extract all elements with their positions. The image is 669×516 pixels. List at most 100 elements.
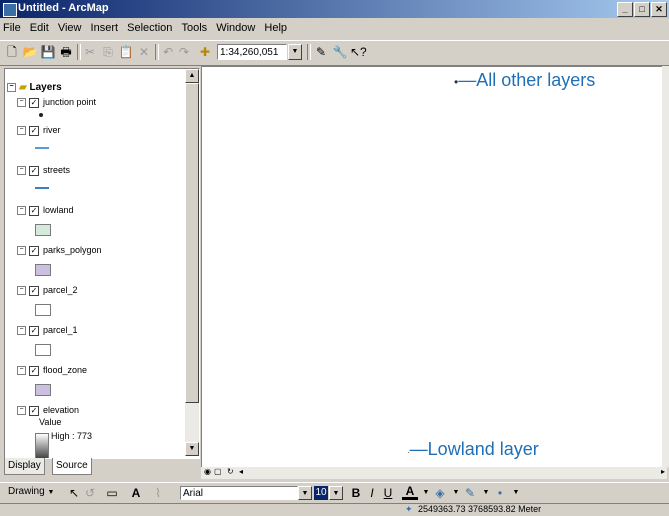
menu-insert[interactable]: Insert — [88, 19, 122, 37]
coordinates-readout: 2549363.73 3768593.82 Meter — [418, 504, 542, 514]
expand-icon[interactable]: − — [17, 326, 26, 336]
minimize-button[interactable]: _ — [617, 2, 633, 17]
elevation-ramp-symbol — [35, 433, 49, 458]
expand-icon[interactable]: − — [17, 166, 26, 176]
toc-scrollbar[interactable]: ▲ ▼ — [185, 69, 199, 456]
toc-layer-parks-polygon[interactable]: − ✓ parks_polygon — [17, 243, 102, 257]
layer-label: streets — [43, 165, 71, 175]
paste-icon[interactable]: 📋 — [118, 44, 134, 60]
chevron-down-icon[interactable]: ▼ — [508, 485, 524, 501]
menu-selection[interactable]: Selection — [124, 19, 175, 37]
delete-icon[interactable]: ✕ — [136, 44, 152, 60]
rectangle-tool-icon[interactable]: ▭ — [104, 485, 120, 501]
bold-button[interactable]: B — [348, 485, 364, 501]
data-view-icon[interactable]: ◉ — [204, 467, 211, 476]
menu-file[interactable]: File — [0, 19, 24, 37]
font-name-select[interactable]: Arial — [180, 486, 298, 500]
line-color-icon[interactable]: ✎ — [462, 485, 478, 501]
scroll-up-icon[interactable]: ▲ — [185, 69, 199, 83]
redo-icon[interactable]: ↷ — [176, 44, 192, 60]
layer-visibility-checkbox[interactable]: ✓ — [29, 325, 39, 336]
new-text-icon[interactable]: A — [128, 485, 144, 501]
refresh-view-icon[interactable]: ↻ — [227, 467, 234, 476]
toc-layer-river[interactable]: − ✓ river — [17, 123, 61, 137]
edit-vertices-icon[interactable]: ⌇ — [150, 485, 166, 501]
tab-source[interactable]: Source — [52, 458, 92, 475]
menu-window[interactable]: Window — [213, 19, 258, 37]
select-elements-icon[interactable]: ↖ — [66, 485, 82, 501]
menu-edit[interactable]: Edit — [27, 19, 52, 37]
scroll-thumb[interactable] — [185, 83, 199, 403]
expand-icon[interactable]: − — [17, 126, 26, 136]
polygon-symbol — [35, 224, 51, 236]
layer-visibility-checkbox[interactable]: ✓ — [29, 125, 39, 136]
layer-visibility-checkbox[interactable]: ✓ — [29, 405, 39, 416]
window-title: Untitled - ArcMap — [18, 2, 109, 14]
menu-view[interactable]: View — [55, 19, 85, 37]
map-scale-input[interactable]: 1:34,260,051 — [217, 44, 287, 60]
collapse-icon[interactable]: − — [7, 82, 16, 92]
tab-display[interactable]: Display — [4, 458, 45, 475]
callout-leader-icon: — — [409, 439, 428, 459]
whats-this-help-icon[interactable]: ↖? — [350, 44, 367, 60]
arctoolbox-icon[interactable]: 🔧 — [332, 44, 348, 60]
polygon-symbol — [35, 304, 51, 316]
scroll-right-icon[interactable]: ▸ — [661, 467, 665, 476]
layer-visibility-checkbox[interactable]: ✓ — [29, 285, 39, 296]
drawing-menu[interactable]: Drawing ▼ — [8, 486, 54, 497]
menu-tools[interactable]: Tools — [178, 19, 210, 37]
save-icon[interactable]: 💾 — [40, 44, 56, 60]
table-of-contents: − ▰ Layers − ✓ junction point − ✓ river − ✓ str… — [4, 68, 200, 459]
toc-layer-junction-point[interactable]: − ✓ junction point — [17, 95, 96, 109]
toc-layer-parcel-2[interactable]: − ✓ parcel_2 — [17, 283, 78, 297]
chevron-down-icon[interactable]: ▼ — [298, 486, 312, 500]
scroll-down-icon[interactable]: ▼ — [185, 442, 199, 456]
chevron-down-icon[interactable]: ▼ — [329, 486, 343, 500]
new-document-icon[interactable]: 🗋 — [4, 44, 20, 60]
layer-label: flood_zone — [43, 365, 88, 375]
layer-visibility-checkbox[interactable]: ✓ — [29, 205, 39, 216]
layer-visibility-checkbox[interactable]: ✓ — [29, 165, 39, 176]
layer-visibility-checkbox[interactable]: ✓ — [29, 365, 39, 376]
underline-button[interactable]: U — [380, 485, 396, 501]
toc-layer-parcel-1[interactable]: − ✓ parcel_1 — [17, 323, 78, 337]
undo-icon[interactable]: ↶ — [160, 44, 176, 60]
menu-bar: File Edit View Insert Selection Tools Wi… — [0, 19, 669, 39]
expand-icon[interactable]: − — [17, 246, 26, 256]
add-data-icon[interactable]: ✚ — [197, 44, 213, 60]
scroll-left-icon[interactable]: ◂ — [239, 467, 243, 476]
expand-icon[interactable]: − — [17, 98, 26, 108]
open-folder-icon[interactable]: 📂 — [22, 44, 38, 60]
map-display[interactable]: •—All other layers ·—Lowland layer — [201, 66, 664, 468]
menu-help[interactable]: Help — [261, 19, 290, 37]
expand-icon[interactable]: − — [17, 286, 26, 296]
font-color-button[interactable]: A — [402, 485, 418, 500]
expand-icon[interactable]: − — [17, 406, 26, 416]
toc-layer-streets[interactable]: − ✓ streets — [17, 163, 70, 177]
font-size-select[interactable]: 10 — [314, 486, 328, 500]
rotate-icon[interactable]: ↺ — [82, 485, 98, 501]
map-vertical-scrollbar[interactable] — [662, 66, 669, 467]
italic-button[interactable]: I — [364, 485, 380, 501]
layers-root[interactable]: − ▰ Layers — [7, 81, 62, 95]
layers-folder-icon: ▰ — [19, 82, 27, 93]
map-horizontal-scrollbar[interactable]: ◉ ▢ ↻ ◂ ▸ — [201, 467, 667, 479]
toc-layer-lowland[interactable]: − ✓ lowland — [17, 203, 74, 217]
layout-view-icon[interactable]: ▢ — [214, 467, 222, 476]
layer-visibility-checkbox[interactable]: ✓ — [29, 245, 39, 256]
marker-color-icon[interactable]: • — [492, 485, 508, 501]
layer-label: parcel_1 — [43, 325, 78, 335]
cut-icon[interactable]: ✂ — [82, 44, 98, 60]
close-button[interactable]: ✕ — [651, 2, 667, 17]
lowland-layer-label: Lowland layer — [427, 439, 539, 459]
editor-toolbar-icon[interactable]: ✎ — [313, 44, 329, 60]
print-icon[interactable]: 🖶 — [58, 44, 74, 60]
fill-color-icon[interactable]: ◈ — [432, 485, 448, 501]
copy-icon[interactable]: ⎘ — [100, 44, 116, 60]
toc-layer-flood-zone[interactable]: − ✓ flood_zone — [17, 363, 87, 377]
scale-dropdown-icon[interactable]: ▼ — [288, 44, 302, 60]
expand-icon[interactable]: − — [17, 206, 26, 216]
expand-icon[interactable]: − — [17, 366, 26, 376]
maximize-button[interactable]: □ — [634, 2, 650, 17]
layer-visibility-checkbox[interactable]: ✓ — [29, 97, 39, 108]
